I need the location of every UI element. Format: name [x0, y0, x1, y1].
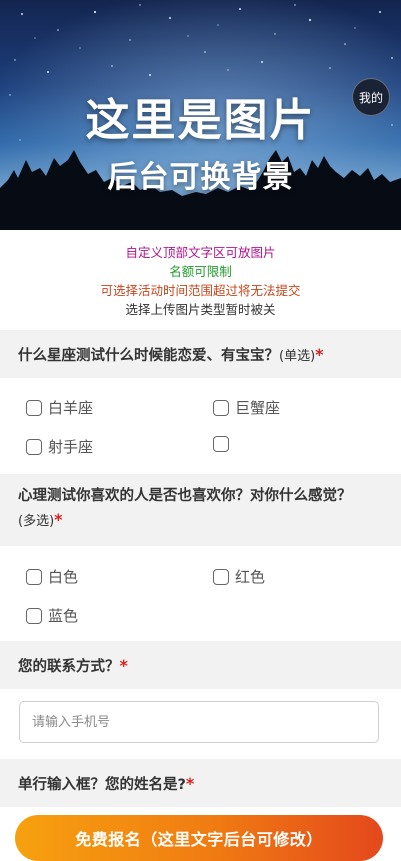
- required-mark: *: [185, 773, 195, 793]
- q2-option-blue[interactable]: 蓝色: [26, 605, 78, 626]
- checkbox[interactable]: [213, 436, 229, 452]
- question-1-title: 什么星座测试什么时候能恋爱、有宝宝？: [18, 347, 279, 364]
- note-line: 可选择活动时间范围超过将无法提交: [100, 283, 301, 298]
- note-line: 名额可限制: [169, 264, 232, 279]
- required-mark: *: [54, 510, 63, 529]
- q2-option-red[interactable]: 红色: [213, 566, 265, 587]
- question-2-header: 心理测试你喜欢的人是否也喜欢你？对你什么感觉？ (多选)*: [0, 474, 401, 546]
- q1-option-aries[interactable]: 白羊座: [26, 397, 93, 418]
- note-line: 自定义顶部文字区可放图片: [125, 245, 276, 260]
- option-label: 白羊座: [48, 399, 94, 417]
- phone-input[interactable]: [19, 701, 379, 743]
- q1-option-cancer[interactable]: 巨蟹座: [213, 397, 280, 418]
- submit-button[interactable]: 免费报名（这里文字后台可修改）: [15, 815, 383, 861]
- option-label: 射手座: [48, 438, 94, 456]
- question-1-header: 什么星座测试什么时候能恋爱、有宝宝？ (单选) *: [0, 330, 401, 378]
- hero-banner: 这里是图片 后台可换背景 我的: [0, 0, 401, 230]
- option-label: 巨蟹座: [235, 399, 281, 417]
- note-line: 选择上传图片类型暂时被关: [125, 302, 276, 317]
- required-mark: *: [119, 655, 128, 675]
- checkbox[interactable]: [213, 568, 229, 585]
- required-mark: *: [315, 344, 324, 364]
- option-label: 白色: [48, 568, 79, 586]
- my-profile-button[interactable]: 我的: [352, 78, 390, 116]
- checkbox[interactable]: [26, 568, 42, 585]
- question-3-header: 您的联系方式？ *: [0, 641, 401, 689]
- question-1-type-tag: (单选): [279, 348, 316, 364]
- question-2-title: 心理测试你喜欢的人是否也喜欢你？对你什么感觉？: [18, 488, 352, 504]
- question-3-title: 您的联系方式？: [18, 658, 120, 675]
- q2-option-white[interactable]: 白色: [26, 566, 78, 587]
- checkbox[interactable]: [213, 399, 229, 416]
- checkbox[interactable]: [26, 399, 42, 416]
- option-label: 蓝色: [48, 607, 79, 625]
- option-label: 红色: [235, 568, 266, 586]
- checkbox[interactable]: [26, 607, 42, 624]
- checkbox[interactable]: [26, 438, 42, 455]
- hero-subtitle: 后台可换背景: [107, 160, 294, 195]
- hero-title: 这里是图片: [85, 95, 316, 146]
- question-4-header: 单行输入框？您的姓名是? *: [0, 759, 401, 807]
- info-notes: 自定义顶部文字区可放图片 名额可限制 可选择活动时间范围超过将无法提交 选择上传…: [0, 243, 401, 319]
- q1-option-sagittarius[interactable]: 射手座: [26, 436, 93, 457]
- question-4-title: 单行输入框？您的姓名是?: [18, 776, 186, 793]
- question-2-type-tag: (多选): [18, 514, 55, 529]
- q1-option-empty[interactable]: [213, 436, 235, 452]
